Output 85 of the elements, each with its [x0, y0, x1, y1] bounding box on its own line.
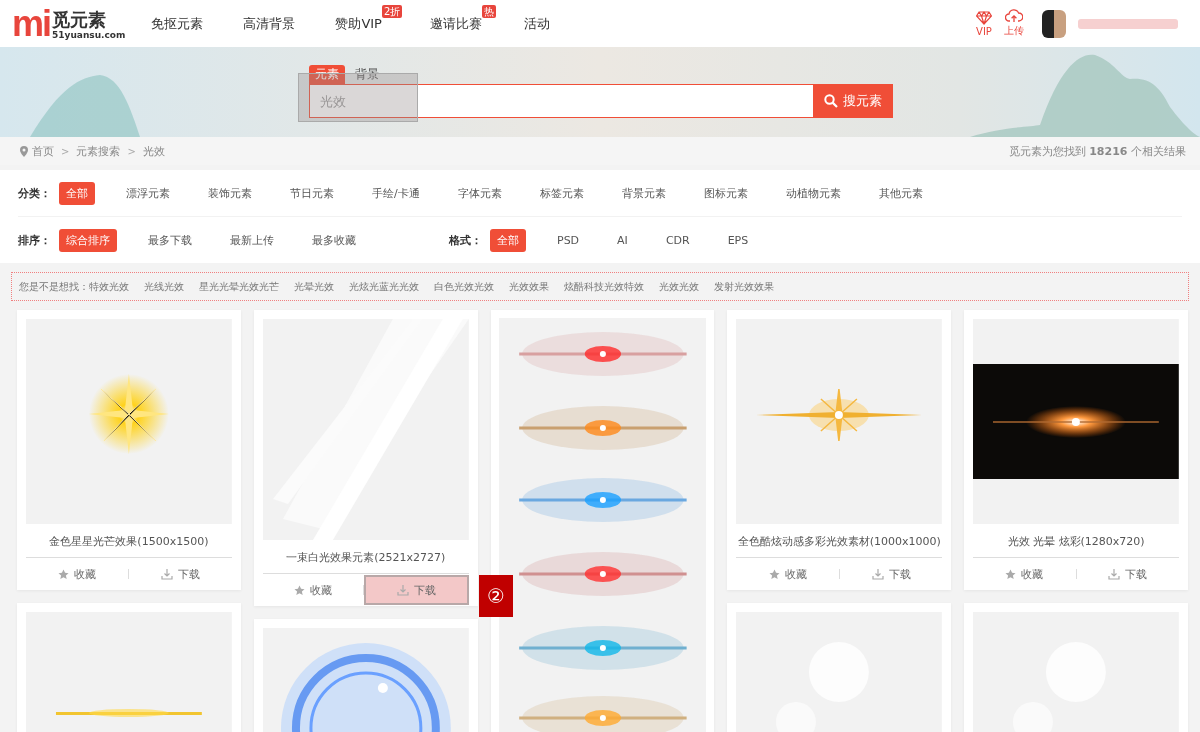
nav-link[interactable]: 高清背景: [243, 14, 296, 33]
category-option[interactable]: 装饰元素: [201, 181, 259, 205]
result-card[interactable]: 金色星星光芒效果(1500x1500) 收藏 下载: [17, 310, 241, 590]
download-icon: [396, 584, 409, 596]
favorite-button[interactable]: 收藏: [26, 559, 129, 589]
card-caption: 全色酷炫动感多彩光效素材(1000x1000): [736, 524, 943, 558]
location-pin-icon: [20, 145, 28, 157]
format-option[interactable]: 全部: [490, 228, 526, 252]
nav-badge: 2折: [381, 4, 403, 18]
nav-badge: 热: [482, 4, 497, 18]
result-card[interactable]: 光效 光晕 炫彩(1280x720) 收藏 下载: [964, 310, 1188, 590]
filter-label: 格式：: [449, 232, 482, 248]
suggestion-link[interactable]: 光效效果: [509, 279, 549, 294]
category-option[interactable]: 其他元素: [871, 181, 930, 205]
download-button[interactable]: 下载: [364, 575, 469, 605]
card-caption: 金色星星光芒效果(1500x1500): [26, 524, 232, 558]
result-card[interactable]: 一束白光效果元素(2521x2727) 收藏 下载: [253, 310, 478, 606]
breadcrumb-separator: >: [127, 145, 136, 157]
format-option[interactable]: EPS: [720, 229, 756, 251]
download-button[interactable]: 下载: [129, 559, 232, 589]
nav-link[interactable]: 赞助VIP: [335, 14, 382, 33]
star-icon: [1005, 568, 1017, 580]
filter-label: 排序：: [18, 232, 51, 248]
favorite-button[interactable]: 收藏: [973, 559, 1076, 589]
logo-name[interactable]: 觅元素: [52, 9, 126, 30]
vip-link[interactable]: VIP: [976, 10, 992, 37]
breadcrumb-separator: >: [61, 145, 70, 157]
logo-mark[interactable]: mi: [12, 6, 50, 41]
step-badge: ②: [479, 575, 513, 617]
nav-link[interactable]: 邀请比赛: [430, 14, 483, 33]
sort-option[interactable]: 最多下载: [141, 228, 199, 252]
card-caption: 一束白光效果元素(2521x2727): [262, 540, 469, 574]
suggestion-link[interactable]: 星光光晕光效光芒: [199, 279, 279, 294]
nav-link[interactable]: 免抠元素: [151, 14, 204, 33]
filter-label: 分类：: [18, 185, 51, 201]
category-option[interactable]: 字体元素: [450, 181, 509, 205]
favorite-button[interactable]: 收藏: [736, 559, 839, 589]
suggestion-link[interactable]: 炫酷科技光效特效: [564, 279, 644, 294]
suggestion-link[interactable]: 白色光效光效: [434, 279, 494, 294]
category-option[interactable]: 全部: [59, 181, 95, 205]
breadcrumb-link[interactable]: 元素搜索: [76, 143, 121, 159]
search-button[interactable]: 搜元素: [813, 84, 893, 118]
download-button[interactable]: 下载: [839, 559, 943, 589]
category-option[interactable]: 漂浮元素: [119, 181, 177, 205]
star-icon: [294, 584, 305, 596]
result-card[interactable]: 全色酷炫动感多彩光效素材(1000x1000) 收藏 下载: [727, 310, 952, 590]
category-option[interactable]: 图标元素: [696, 181, 755, 205]
result-count-text: 觅元素为您找到 18216 个相关结果: [1008, 143, 1186, 159]
suggestion-link[interactable]: 光效光效: [659, 279, 699, 294]
format-option[interactable]: PSD: [550, 229, 587, 251]
sort-option[interactable]: 最新上传: [223, 228, 281, 252]
format-option[interactable]: CDR: [658, 229, 697, 251]
suggestion-link[interactable]: 光线光效: [144, 279, 184, 294]
card-caption: 光效 光晕 炫彩(1280x720): [973, 524, 1179, 558]
avatar[interactable]: [1042, 9, 1066, 38]
search-field[interactable]: 光效: [309, 84, 813, 118]
category-option[interactable]: 手绘/卡通: [365, 181, 427, 205]
category-option[interactable]: 标签元素: [532, 181, 591, 205]
sort-option[interactable]: 综合排序: [59, 228, 117, 252]
star-icon: [768, 568, 780, 580]
suggestion-link[interactable]: 光炫光蓝光光效: [349, 279, 419, 294]
cloud-upload-icon: [1005, 9, 1023, 23]
breadcrumb-link[interactable]: 光效: [142, 143, 165, 159]
suggestion-label: 您是不是想找：: [19, 279, 89, 294]
download-icon: [1108, 568, 1121, 580]
search-icon: [824, 94, 838, 108]
star-icon: [58, 568, 70, 580]
category-option[interactable]: 背景元素: [614, 181, 673, 205]
category-option[interactable]: 节日元素: [283, 181, 341, 205]
suggestion-link[interactable]: 特效光效: [89, 279, 129, 294]
suggestion-link[interactable]: 发射光效效果: [714, 279, 774, 294]
logo-domain: 51yuansu.com: [52, 29, 126, 41]
format-option[interactable]: AI: [610, 229, 635, 251]
sort-option[interactable]: 最多收藏: [305, 228, 363, 252]
favorite-button[interactable]: 收藏: [262, 575, 364, 605]
download-icon: [871, 568, 884, 580]
suggestion-link[interactable]: 光晕光效: [294, 279, 334, 294]
category-option[interactable]: 动植物元素: [778, 181, 848, 205]
download-icon: [161, 568, 174, 580]
breadcrumb-link[interactable]: 首页: [32, 143, 54, 159]
upload-link[interactable]: 上传: [1004, 9, 1024, 38]
download-button[interactable]: 下载: [1076, 559, 1179, 589]
diamond-icon: [976, 10, 992, 25]
search-tab[interactable]: 背景: [349, 65, 385, 84]
nav-link[interactable]: 活动: [524, 14, 551, 33]
